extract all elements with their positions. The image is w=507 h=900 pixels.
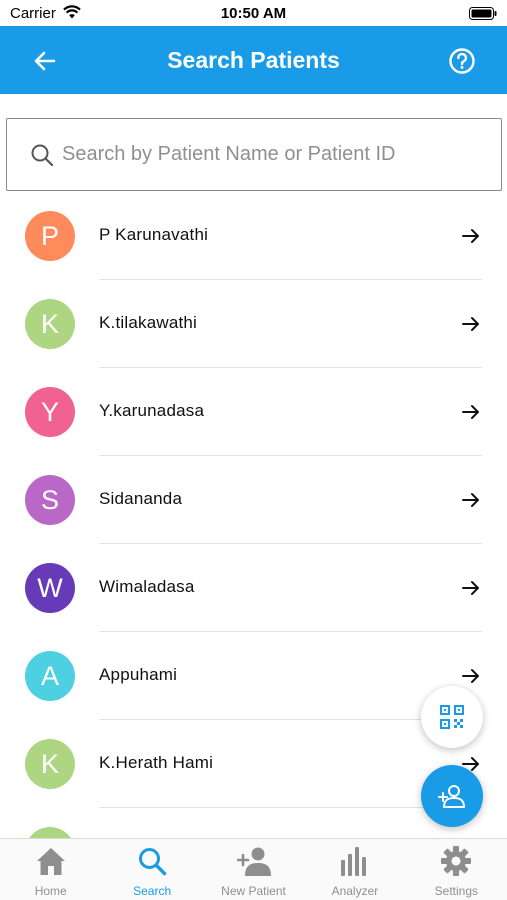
tab-search[interactable]: Search [101, 839, 202, 900]
arrow-right-icon [462, 317, 479, 331]
qr-code-icon [440, 705, 464, 729]
search-icon [135, 844, 169, 878]
avatar: S [25, 475, 75, 525]
app-header: Search Patients [0, 26, 507, 94]
back-arrow-icon [34, 51, 56, 71]
clock-label: 10:50 AM [220, 5, 287, 22]
tab-settings[interactable]: Settings [406, 839, 507, 900]
avatar: K [25, 299, 75, 349]
avatar: K [25, 739, 75, 789]
tab-label: Analyzer [331, 884, 379, 898]
avatar: W [25, 563, 75, 613]
tab-label: New Patient [221, 884, 286, 898]
patient-row[interactable]: W Wimaladasa [0, 544, 507, 632]
help-icon [449, 48, 475, 74]
patient-name: K.Herath Hami [99, 753, 214, 772]
tab-new-patient[interactable]: New Patient [203, 839, 304, 900]
patient-name: P Karunavathi [99, 225, 209, 244]
scan-qr-button[interactable] [421, 686, 483, 748]
arrow-right-icon [462, 669, 479, 683]
status-bar: Carrier 10:50 AM [0, 0, 507, 26]
patient-list: P P Karunavathi K K.tilakawathi Y Y.karu… [0, 192, 507, 838]
help-button[interactable] [447, 46, 477, 76]
patient-name: Y.karunadasa [99, 401, 205, 420]
tab-label: Search [133, 884, 172, 898]
avatar: Y [25, 387, 75, 437]
patient-row[interactable]: S Sidananda [0, 456, 507, 544]
arrow-right-icon [462, 405, 479, 419]
tab-home[interactable]: Home [0, 839, 101, 900]
arrow-right-icon [462, 581, 479, 595]
avatar: A [25, 651, 75, 701]
patient-name: K.tilakawathi [99, 313, 198, 332]
gear-icon [439, 844, 473, 878]
patient-name: Appuhami [99, 665, 178, 684]
tab-analyzer[interactable]: Analyzer [304, 839, 405, 900]
patient-row[interactable]: P P Karunavathi [0, 192, 507, 280]
tab-bar: Home Search New Patient Analyzer Setting… [0, 838, 507, 900]
add-person-icon [438, 785, 465, 808]
avatar: P [25, 211, 75, 261]
search-icon [30, 142, 56, 168]
add-person-icon [236, 844, 271, 878]
search-input[interactable] [62, 143, 482, 166]
battery-icon [469, 7, 497, 25]
patient-row[interactable]: K K.tilakawathi [0, 280, 507, 368]
tab-label: Settings [434, 884, 478, 898]
patient-name: Sidananda [99, 489, 183, 508]
add-patient-button[interactable] [421, 765, 483, 827]
patient-row[interactable]: Y Y.karunadasa [0, 368, 507, 456]
avatar [25, 827, 75, 838]
analyzer-icon [338, 844, 372, 878]
back-button[interactable] [30, 46, 60, 76]
home-icon [34, 844, 68, 878]
patient-name: Wimaladasa [99, 577, 195, 596]
page-title: Search Patients [167, 47, 340, 73]
arrow-right-icon [462, 493, 479, 507]
tab-label: Home [34, 884, 67, 898]
search-field[interactable] [6, 118, 502, 191]
arrow-right-icon [462, 229, 479, 243]
